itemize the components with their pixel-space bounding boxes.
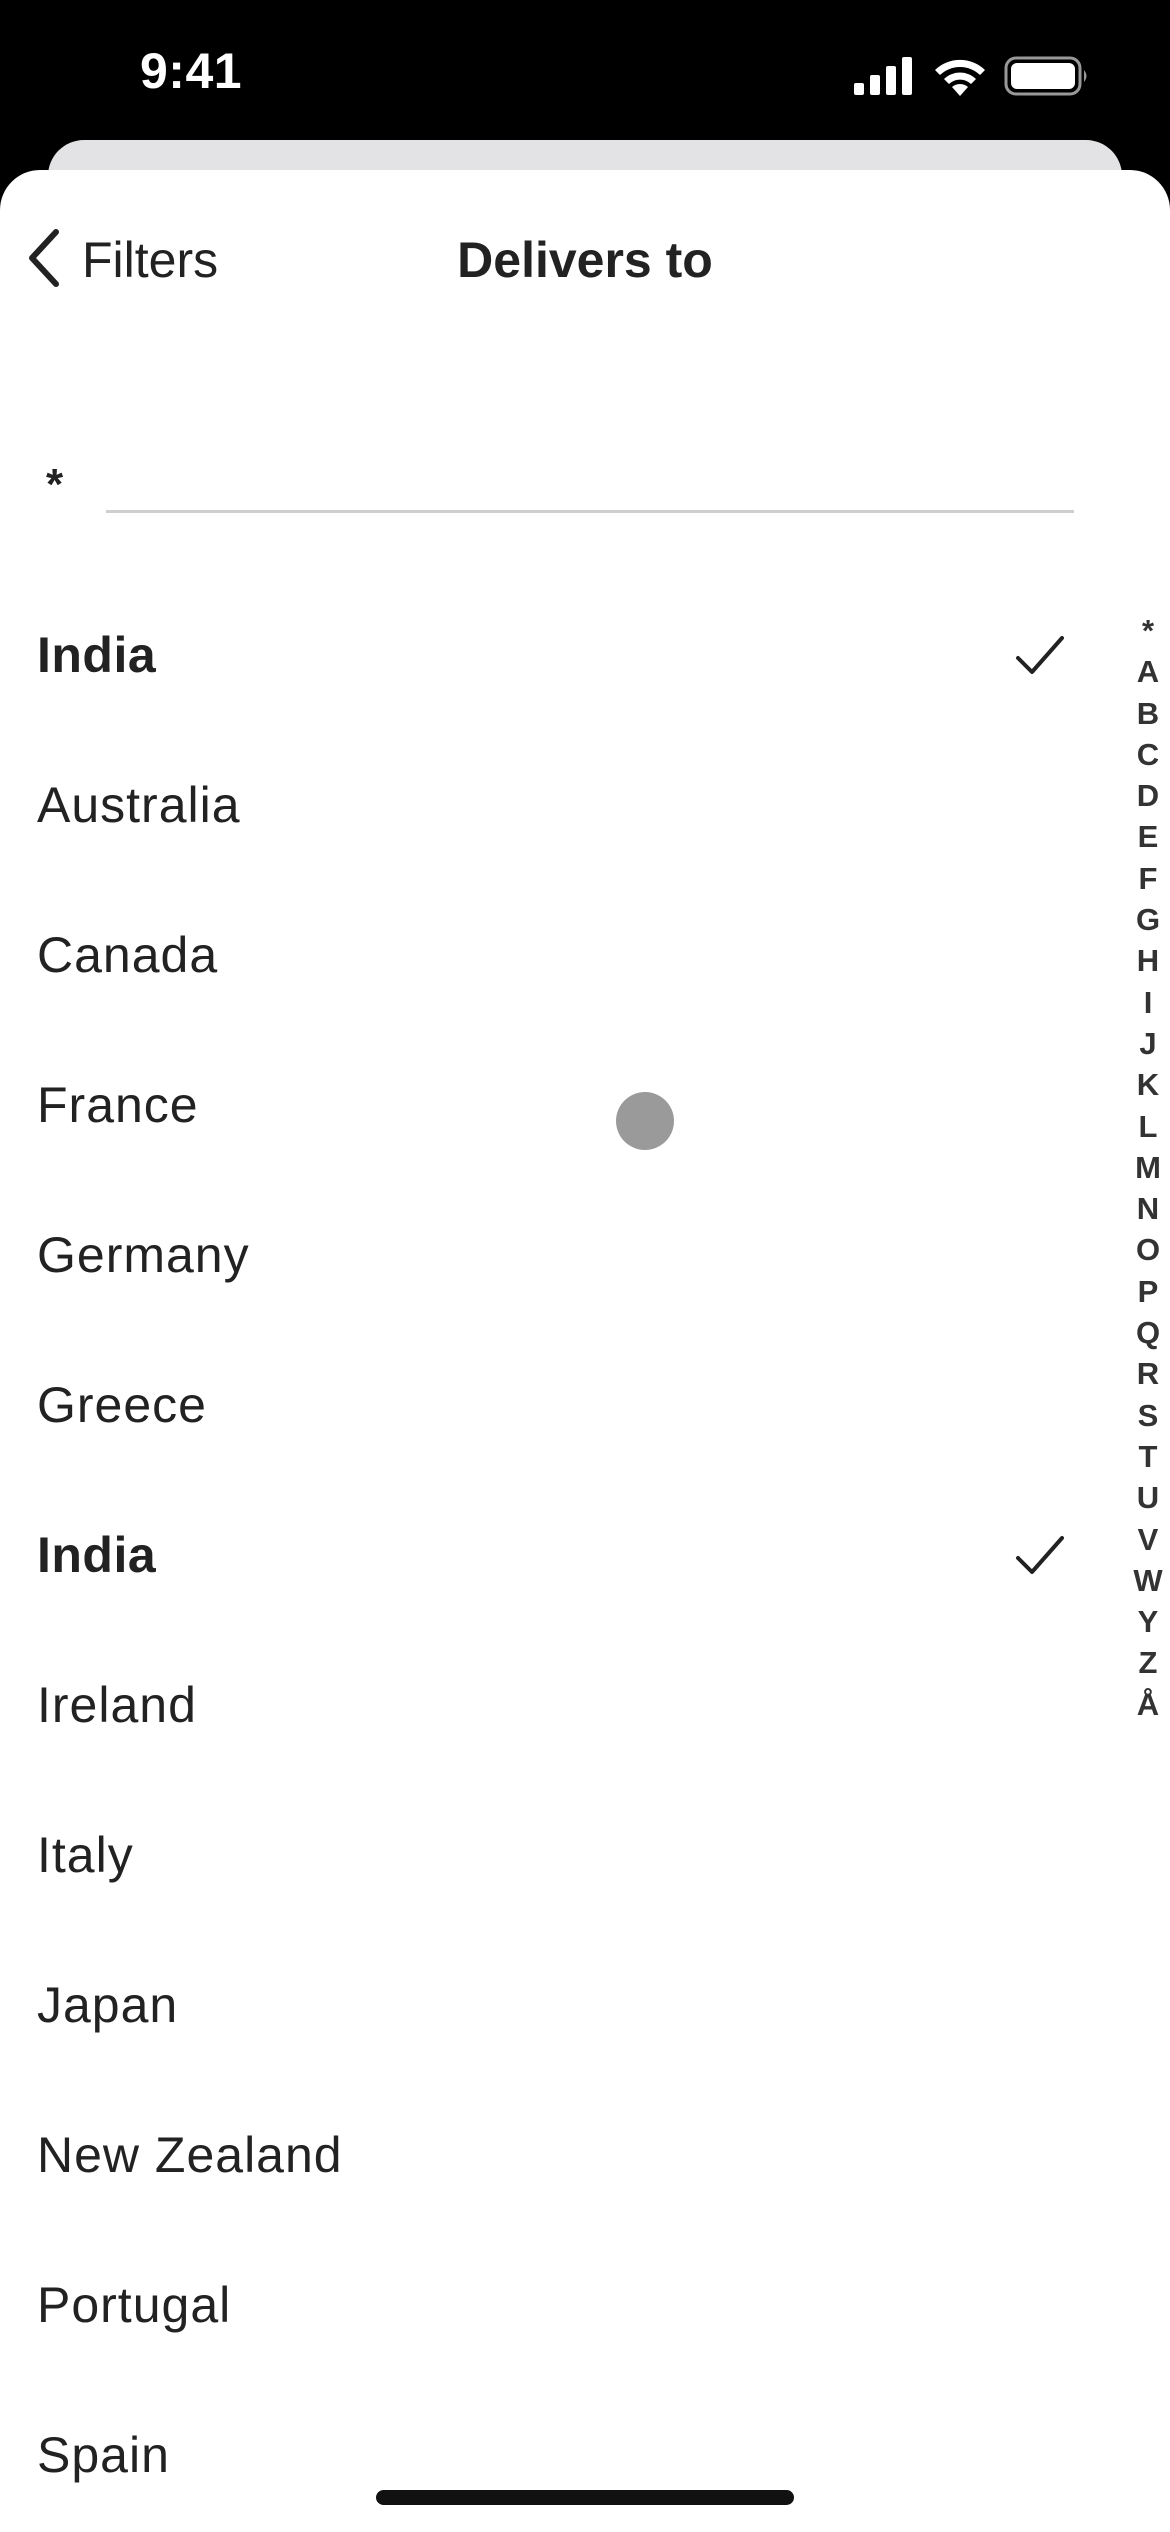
index-letter-j[interactable]: J [1139, 1023, 1156, 1064]
back-label: Filters [82, 232, 219, 288]
index-letter-w[interactable]: W [1133, 1560, 1162, 1601]
status-time: 9:41 [140, 43, 243, 99]
country-name: France [37, 1077, 199, 1133]
index-letter-u[interactable]: U [1137, 1477, 1159, 1518]
chevron-left-icon [24, 226, 64, 295]
battery-icon [1004, 56, 1090, 101]
index-letter-g[interactable]: G [1136, 899, 1160, 940]
index-letter-m[interactable]: M [1135, 1147, 1161, 1188]
status-bar: 9:41 [0, 0, 1170, 150]
status-icons [854, 56, 1090, 101]
country-name: Canada [37, 927, 219, 983]
country-row-portugal[interactable]: Portugal [0, 2230, 1100, 2380]
index-letter-o[interactable]: O [1136, 1229, 1160, 1270]
index-letter-p[interactable]: P [1138, 1271, 1159, 1312]
index-letter-q[interactable]: Q [1136, 1312, 1160, 1353]
country-name: Germany [37, 1227, 250, 1283]
country-row-new-zealand[interactable]: New Zealand [0, 2080, 1100, 2230]
index-letter-star[interactable]: * [1142, 610, 1154, 651]
home-indicator[interactable] [376, 2490, 794, 2505]
country-name: Japan [37, 1977, 179, 2033]
delivers-to-sheet: Delivers to Filters * India Australia Ca… [0, 170, 1170, 2532]
touch-indicator [616, 1092, 674, 1150]
checkmark-icon [1012, 1528, 1068, 1584]
index-letter-z[interactable]: Z [1139, 1642, 1158, 1683]
wifi-icon [932, 56, 988, 101]
country-row-canada[interactable]: Canada [0, 880, 1100, 1030]
index-letter-s[interactable]: S [1138, 1395, 1159, 1436]
index-letter-d[interactable]: D [1137, 775, 1159, 816]
index-letter-l[interactable]: L [1139, 1106, 1158, 1147]
cellular-signal-icon [854, 57, 916, 100]
index-letter-h[interactable]: H [1137, 940, 1159, 981]
country-name: Portugal [37, 2277, 232, 2333]
country-row-japan[interactable]: Japan [0, 1930, 1100, 2080]
index-letter-a[interactable]: A [1137, 651, 1159, 692]
index-letter-i[interactable]: I [1144, 982, 1153, 1023]
country-name: Greece [37, 1377, 207, 1433]
search-prefix: * [46, 460, 64, 509]
search-row: * [0, 430, 1170, 530]
country-row-greece[interactable]: Greece [0, 1330, 1100, 1480]
index-letter-k[interactable]: K [1137, 1064, 1159, 1105]
index-letter-b[interactable]: B [1137, 693, 1159, 734]
country-row-australia[interactable]: Australia [0, 730, 1100, 880]
search-input[interactable] [106, 440, 1074, 513]
country-name: India [37, 627, 157, 683]
navigation-bar: Delivers to Filters [0, 170, 1170, 340]
country-row-india-pinned[interactable]: India [0, 580, 1100, 730]
country-list: India Australia Canada France Germany Gr… [0, 580, 1100, 2530]
back-button[interactable]: Filters [24, 220, 218, 300]
index-letter-c[interactable]: C [1137, 734, 1159, 775]
index-letter-a-ring[interactable]: Å [1137, 1684, 1159, 1725]
country-name: Spain [37, 2427, 170, 2483]
index-letter-r[interactable]: R [1137, 1353, 1159, 1394]
country-row-france[interactable]: France [0, 1030, 1100, 1180]
country-name: Australia [37, 777, 241, 833]
country-row-spain[interactable]: Spain [0, 2380, 1100, 2530]
country-row-italy[interactable]: Italy [0, 1780, 1100, 1930]
index-letter-v[interactable]: V [1138, 1519, 1159, 1560]
index-letter-n[interactable]: N [1137, 1188, 1159, 1229]
country-row-ireland[interactable]: Ireland [0, 1630, 1100, 1780]
country-row-germany[interactable]: Germany [0, 1180, 1100, 1330]
country-row-india[interactable]: India [0, 1480, 1100, 1630]
country-name: India [37, 1527, 157, 1583]
index-letter-f[interactable]: F [1139, 858, 1158, 899]
checkmark-icon [1012, 628, 1068, 684]
country-name: Italy [37, 1827, 134, 1883]
index-letter-e[interactable]: E [1138, 816, 1159, 857]
index-letter-y[interactable]: Y [1138, 1601, 1159, 1642]
index-letter-t[interactable]: T [1139, 1436, 1158, 1477]
country-name: New Zealand [37, 2127, 343, 2183]
section-index[interactable]: * A B C D E F G H I J K L M N O P Q R S … [1128, 610, 1168, 1725]
country-name: Ireland [37, 1677, 197, 1733]
